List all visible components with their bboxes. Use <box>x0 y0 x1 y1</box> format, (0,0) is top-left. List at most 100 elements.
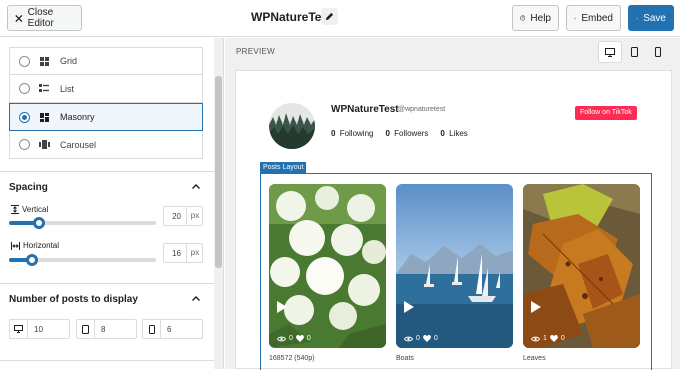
posts-layout-frame[interactable]: 0 0 0 0 1 0 168572 (540p) Boats Leaves <box>260 173 652 370</box>
code-icon <box>574 17 577 19</box>
embed-button[interactable]: Embed <box>566 5 621 31</box>
post-card[interactable]: 1 0 <box>523 184 640 348</box>
radio-masonry[interactable] <box>19 111 30 123</box>
views-count: 1 <box>543 335 547 342</box>
views-count: 0 <box>289 335 293 342</box>
radio-list[interactable] <box>19 83 30 94</box>
horizontal-spacing-value: 16 <box>172 249 181 258</box>
horizontal-spacing-unit: px <box>186 244 203 262</box>
preview-area: PREVIEW WPNatureTest @wpnaturetest 0 Fol… <box>225 38 680 370</box>
follow-tiktok-button[interactable]: Follow on TikTok <box>575 106 637 120</box>
layout-label-carousel: Carousel <box>60 139 97 150</box>
layout-label-masonry: Masonry <box>60 112 95 122</box>
likes-count: 0 <box>433 335 438 342</box>
help-button[interactable]: ? Help <box>512 5 559 31</box>
heart-icon <box>423 335 431 342</box>
following-stat: 0 Following <box>331 129 374 138</box>
settings-sidebar: Grid List Masonry Carousel Spacing Verti… <box>0 38 224 369</box>
play-icon <box>531 301 541 313</box>
profile-handle: @wpnaturetest <box>398 106 446 113</box>
radio-carousel[interactable] <box>19 139 30 150</box>
section-divider <box>0 171 214 172</box>
layout-label-list: List <box>60 83 75 94</box>
pencil-icon <box>325 12 334 21</box>
post-stats: 0 0 <box>404 335 438 342</box>
eye-icon <box>531 336 540 341</box>
likes-stat: 0 Likes <box>440 129 468 138</box>
layout-option-carousel[interactable]: Carousel <box>9 131 203 159</box>
post-thumbnail <box>523 184 640 348</box>
layout-option-grid[interactable]: Grid <box>9 47 203 75</box>
horizontal-spacing-label: Horizontal <box>11 241 59 250</box>
profile-stats: 0 Following 0 Followers 0 Likes <box>331 129 468 138</box>
close-editor-button[interactable]: Close Editor <box>7 5 82 31</box>
tablet-posts-value: 8 <box>101 325 106 334</box>
mobile-posts-input[interactable]: 6 <box>142 319 203 339</box>
eye-icon <box>404 336 413 341</box>
sidebar-scrollbar[interactable] <box>214 38 223 369</box>
post-card[interactable]: 0 0 <box>269 184 386 348</box>
save-label: Save <box>643 12 666 24</box>
post-stats: 0 0 <box>277 335 311 342</box>
horizontal-slider-handle[interactable] <box>26 254 38 266</box>
list-icon <box>38 83 50 95</box>
posts-count-section-title[interactable]: Number of posts to display <box>9 294 138 305</box>
post-caption: 168572 (540p) <box>269 355 315 362</box>
spacing-section-title[interactable]: Spacing <box>9 182 48 193</box>
views-count: 0 <box>416 335 420 342</box>
vertical-spacing-input[interactable]: 20 px <box>163 206 203 226</box>
post-stats: 1 0 <box>531 335 565 342</box>
layout-option-list[interactable]: List <box>9 75 203 103</box>
vertical-spacing-slider[interactable] <box>9 217 156 229</box>
desktop-preview-button[interactable] <box>598 41 622 63</box>
desktop-posts-input[interactable]: 10 <box>9 319 70 339</box>
radio-grid[interactable] <box>19 55 30 67</box>
embed-label: Embed <box>581 12 613 24</box>
mobile-posts-value: 6 <box>167 325 172 334</box>
likes-count: 0 <box>306 335 311 342</box>
vertical-spacing-value: 20 <box>172 212 181 221</box>
post-caption: Leaves <box>523 355 546 362</box>
help-label: Help <box>530 12 551 24</box>
post-caption: Boats <box>396 355 414 362</box>
desktop-icon <box>605 47 615 57</box>
feed-preview-canvas: WPNatureTest @wpnaturetest 0 Following 0… <box>235 70 672 370</box>
heart-icon <box>550 335 558 342</box>
grid-icon <box>38 55 50 67</box>
close-editor-label: Close Editor <box>27 7 54 29</box>
device-toggle <box>598 41 672 63</box>
post-card[interactable]: 0 0 <box>396 184 513 348</box>
layout-label-grid: Grid <box>60 56 78 66</box>
close-icon <box>15 14 23 22</box>
checkmark-icon <box>636 17 639 19</box>
mobile-preview-button[interactable] <box>646 41 670 63</box>
chevron-up-icon[interactable] <box>191 182 201 192</box>
profile-avatar <box>269 103 315 149</box>
horizontal-spacing-slider[interactable] <box>9 254 156 266</box>
edit-title-button[interactable] <box>321 8 338 25</box>
desktop-posts-value: 10 <box>34 325 43 334</box>
editor-topbar: Close Editor WPNatureTest ? Help Embed S… <box>0 0 680 37</box>
followers-stat: 0 Followers <box>385 129 429 138</box>
play-icon <box>277 301 287 313</box>
tablet-posts-input[interactable]: 8 <box>76 319 137 339</box>
vertical-spacing-icon <box>11 205 19 214</box>
carousel-icon <box>38 139 50 151</box>
tablet-preview-button[interactable] <box>622 41 646 63</box>
masonry-icon <box>38 111 50 123</box>
layout-options: Grid List Masonry Carousel <box>9 47 203 159</box>
likes-count: 0 <box>560 335 565 342</box>
chevron-up-icon[interactable] <box>191 294 201 304</box>
sidebar-scrollbar-thumb[interactable] <box>215 76 222 268</box>
mobile-icon <box>655 47 661 57</box>
section-divider <box>0 283 214 284</box>
desktop-icon <box>10 320 28 338</box>
horizontal-spacing-input[interactable]: 16 px <box>163 243 203 263</box>
tablet-icon <box>77 320 95 338</box>
vertical-slider-handle[interactable] <box>33 217 45 229</box>
help-icon: ? <box>520 15 526 21</box>
profile-username: WPNatureTest <box>331 104 399 115</box>
save-button[interactable]: Save <box>628 5 674 31</box>
heart-icon <box>296 335 304 342</box>
layout-option-masonry[interactable]: Masonry <box>9 103 203 131</box>
